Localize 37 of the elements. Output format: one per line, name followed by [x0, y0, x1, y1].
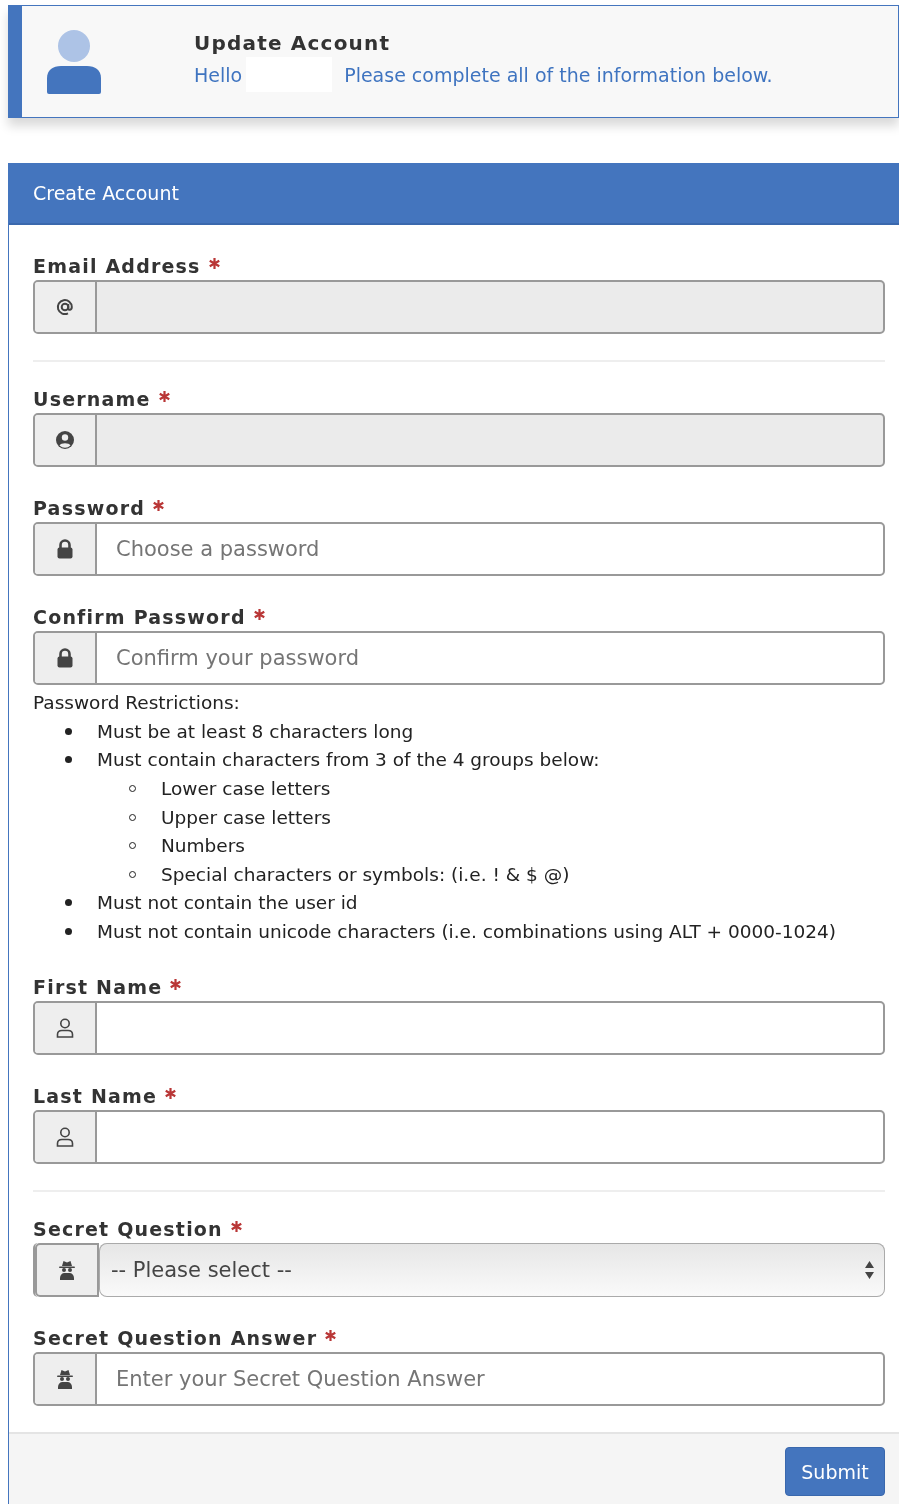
restriction-item: Must not contain the user id — [97, 892, 358, 914]
restrictions-title: Password Restrictions: — [33, 691, 241, 716]
secret-question-select[interactable]: -- Please select -- — [99, 1242, 885, 1297]
field-label: Last Name — [33, 1080, 177, 1107]
field-label: Password — [33, 492, 165, 519]
bullet-icon — [65, 899, 72, 907]
spy-icon — [55, 1368, 75, 1389]
field-label: Secret Question Answer — [33, 1322, 337, 1349]
field-label: Confirm Password — [33, 601, 265, 628]
user-avatar-icon — [47, 29, 101, 94]
submit-button[interactable]: Submit — [785, 1447, 885, 1497]
field-label: Email Address — [33, 250, 220, 277]
field-label: Username — [33, 383, 170, 410]
user-outline-icon — [55, 1016, 75, 1039]
restriction-item: Numbers — [161, 835, 245, 857]
restriction-item: Must not contain unicode characters (i.e. combinations using ALT + 0000-1024) — [97, 920, 837, 942]
bullet-icon — [65, 927, 72, 935]
header-message: Please complete all of the information below. — [344, 63, 773, 86]
select-arrows-icon — [864, 1259, 875, 1280]
bullet-icon — [65, 756, 72, 764]
user-circle-icon — [55, 429, 75, 450]
restriction-item: Lower case letters — [161, 777, 331, 799]
spy-icon — [57, 1259, 77, 1280]
user-outline-icon — [55, 1125, 75, 1148]
header-title: Update Account — [194, 31, 392, 55]
restriction-item: Must contain characters from 3 of the 4 groups below: — [97, 749, 600, 771]
bullet-icon — [65, 727, 72, 735]
lock-icon — [56, 647, 74, 668]
field-label: First Name — [33, 971, 182, 998]
lock-icon — [56, 538, 74, 559]
restriction-item: Must be at least 8 characters long — [97, 720, 414, 742]
restriction-item: Special characters or symbols: (i.e. ! & $ @) — [161, 863, 570, 885]
restriction-item: Upper case letters — [161, 806, 331, 828]
field-label: Secret Question — [33, 1213, 242, 1240]
panel-title: Create Account — [9, 164, 899, 225]
at-sign-icon — [55, 296, 75, 317]
greeting-text: Hello — [194, 63, 243, 86]
